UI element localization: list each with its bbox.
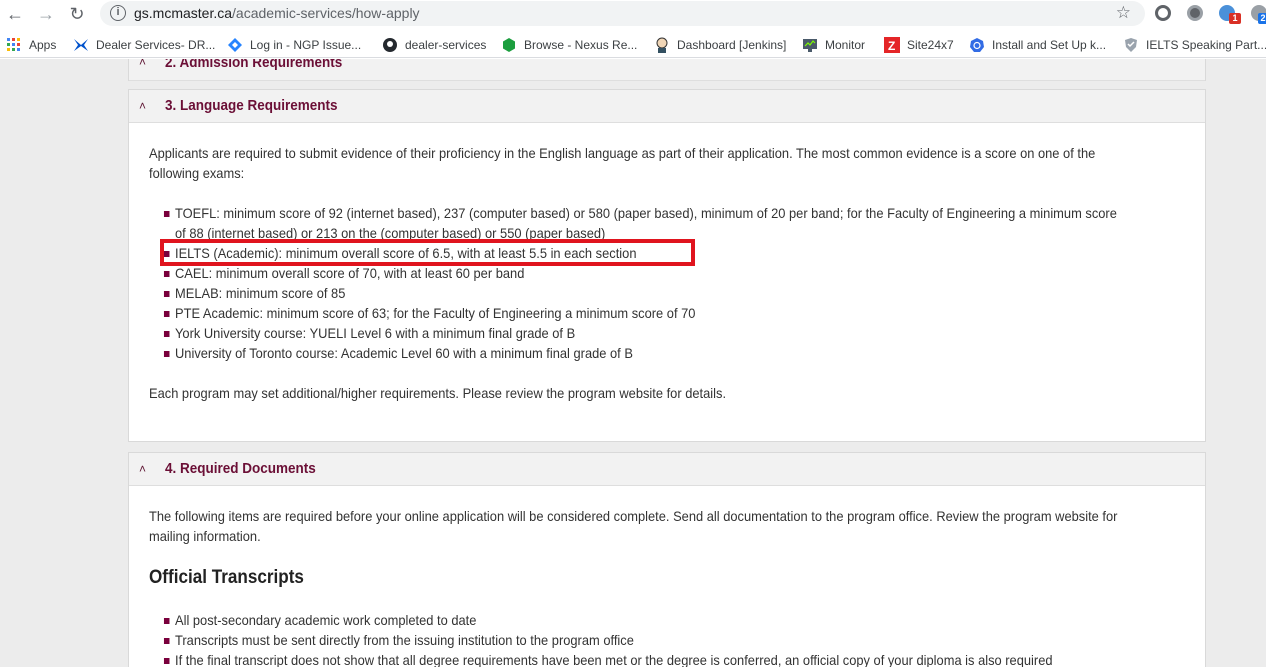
chevron-up-icon[interactable]: ˄ xyxy=(139,99,146,113)
program-note: Each program may set additional/higher r… xyxy=(149,385,727,401)
list-item-york: York University course: YUELI Level 6 wi… xyxy=(163,323,1117,343)
panel-required-documents: ˄ 4. Required Documents The following it… xyxy=(128,452,1206,667)
bookmark-label: IELTS Speaking Part... xyxy=(1146,38,1266,52)
list-item: All post-secondary academic work complet… xyxy=(163,610,1053,630)
bookmark-monitor[interactable]: Monitor xyxy=(802,36,865,54)
bookmark-label: dealer-services xyxy=(405,38,487,52)
ielts-highlight-box xyxy=(160,239,695,266)
intro-line: mailing information. xyxy=(149,528,261,544)
list-item-toefl: TOEFL: minimum score of 92 (internet bas… xyxy=(163,205,1117,221)
address-bar[interactable]: i gs.mcmaster.ca/academic-services/how-a… xyxy=(100,1,1145,26)
list-item: If the final transcript does not show th… xyxy=(163,650,1053,667)
bookmark-label: Browse - Nexus Re... xyxy=(524,38,638,52)
bookmark-ielts[interactable]: IELTS Speaking Part... xyxy=(1123,36,1266,54)
back-button[interactable]: ← xyxy=(4,3,26,25)
panel-header[interactable]: ˄ 4. Required Documents xyxy=(129,453,1205,486)
panel-title[interactable]: 3. Language Requirements xyxy=(165,97,338,114)
panel-title[interactable]: 2. Admission Requirements xyxy=(165,59,342,71)
bookmark-label: Site24x7 xyxy=(907,38,954,52)
bookmarks-bar: Apps Dealer Services- DR... Log in - NGP… xyxy=(0,31,1266,58)
intro-line: following exams: xyxy=(149,165,245,181)
svg-text:Z: Z xyxy=(888,39,895,53)
browser-toolbar: ← → ↻ i gs.mcmaster.ca/academic-services… xyxy=(0,0,1266,28)
nexus-hexagon-icon xyxy=(501,37,517,53)
url-path: /academic-services/how-apply xyxy=(232,5,420,21)
chevron-up-icon[interactable]: ˄ xyxy=(139,59,146,69)
bookmark-label: Dashboard [Jenkins] xyxy=(677,38,787,52)
panel-title[interactable]: 4. Required Documents xyxy=(165,460,316,477)
panel-admission-requirements: ˄ 2. Admission Requirements xyxy=(128,59,1206,81)
bookmark-dealer-services-github[interactable]: dealer-services xyxy=(382,36,486,54)
bookmark-jenkins[interactable]: Dashboard [Jenkins] xyxy=(654,36,786,54)
bookmark-kubernetes[interactable]: Install and Set Up k... xyxy=(969,36,1106,54)
site24x7-icon: Z xyxy=(884,37,900,53)
url-text[interactable]: gs.mcmaster.ca/academic-services/how-app… xyxy=(134,5,420,22)
intro-paragraph: Applicants are required to submit eviden… xyxy=(149,143,1179,183)
extension-badge-2: 2 xyxy=(1258,13,1266,24)
documents-intro: The following items are required before … xyxy=(149,506,1179,546)
bookmark-label: Monitor xyxy=(825,38,866,52)
extension-badge: 1 xyxy=(1229,13,1241,24)
extension-dot-icon[interactable] xyxy=(1187,5,1203,21)
bookmark-label: Log in - NGP Issue... xyxy=(250,38,362,52)
bookmark-apps[interactable]: Apps xyxy=(6,36,56,54)
jenkins-icon xyxy=(654,37,670,53)
list-item-pte: PTE Academic: minimum score of 63; for t… xyxy=(163,303,1117,323)
extension-circle-icon[interactable] xyxy=(1155,5,1171,21)
transcripts-list: All post-secondary academic work complet… xyxy=(163,610,1129,667)
jira-diamond-icon xyxy=(227,37,243,53)
ielts-shield-icon xyxy=(1123,37,1139,53)
bookmark-label: Dealer Services- DR... xyxy=(96,38,216,52)
intro-line: The following items are required before … xyxy=(149,508,1118,524)
bookmark-label: Install and Set Up k... xyxy=(992,38,1107,52)
list-item-cael: CAEL: minimum overall score of 70, with … xyxy=(163,263,1117,283)
bookmark-label: Apps xyxy=(29,38,57,52)
forward-button[interactable]: → xyxy=(35,3,57,25)
bookmark-nexus[interactable]: Browse - Nexus Re... xyxy=(501,36,637,54)
bookmark-site24x7[interactable]: Z Site24x7 xyxy=(884,36,954,54)
url-host: gs.mcmaster.ca xyxy=(134,5,233,21)
bookmark-dealer-services[interactable]: Dealer Services- DR... xyxy=(73,36,215,54)
exam-list: TOEFL: minimum score of 92 (internet bas… xyxy=(163,203,1199,363)
list-item-melab: MELAB: minimum score of 85 xyxy=(163,283,1117,303)
bookmark-ngp-issue[interactable]: Log in - NGP Issue... xyxy=(227,36,361,54)
list-item-toronto: University of Toronto course: Academic L… xyxy=(163,343,1117,363)
kubernetes-icon xyxy=(969,37,985,53)
panel-header[interactable]: ˄ 3. Language Requirements xyxy=(129,90,1205,123)
chevron-up-icon[interactable]: ˄ xyxy=(139,462,146,476)
github-icon xyxy=(382,37,398,53)
panel-header[interactable]: ˄ 2. Admission Requirements xyxy=(129,59,1205,81)
list-item: Transcripts must be sent directly from t… xyxy=(163,630,1053,650)
apps-grid-icon xyxy=(6,37,22,53)
site-info-icon[interactable]: i xyxy=(110,5,126,21)
intro-line: Applicants are required to submit eviden… xyxy=(149,145,1096,161)
official-transcripts-heading: Official Transcripts xyxy=(149,567,304,588)
page-content: ˄ 2. Admission Requirements ˄ 3. Languag… xyxy=(0,59,1266,667)
dealer-butterfly-icon xyxy=(73,37,89,53)
bookmark-star-icon[interactable]: ☆ xyxy=(1116,3,1131,23)
reload-button[interactable]: ↻ xyxy=(66,3,88,25)
monitor-icon xyxy=(802,37,818,53)
